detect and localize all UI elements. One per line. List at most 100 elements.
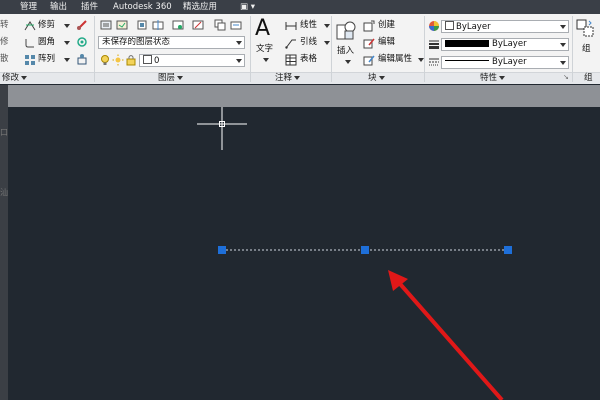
- layer-freeze-icon[interactable]: [152, 19, 164, 31]
- panel-separator: [424, 16, 425, 82]
- linetype-sample: [445, 60, 489, 61]
- annotation-panel-expand-icon[interactable]: [294, 75, 301, 80]
- modify-left-glyph-1: 转: [0, 20, 9, 30]
- menu-output[interactable]: 输出: [50, 1, 67, 13]
- group-button[interactable]: 组: [582, 44, 591, 55]
- panel-separator: [250, 16, 251, 82]
- edit-attributes-button[interactable]: 编辑属性: [378, 54, 412, 65]
- insert-button[interactable]: 插入: [337, 46, 354, 57]
- fillet-icon[interactable]: [24, 37, 36, 49]
- layer-walk-icon[interactable]: [172, 19, 184, 31]
- layers-panel-expand-icon[interactable]: [177, 75, 184, 80]
- edit-attributes-icon[interactable]: [363, 54, 375, 66]
- modify-panel-title[interactable]: 修改: [2, 72, 28, 84]
- color-combo[interactable]: ByLayer: [441, 20, 569, 33]
- annotation-panel-title[interactable]: 注释: [275, 72, 301, 84]
- modify-left-glyph-2: 修: [0, 37, 9, 47]
- insert-block-icon[interactable]: [335, 19, 359, 43]
- brush-icon[interactable]: [76, 19, 88, 31]
- properties-panel-title[interactable]: 特性: [480, 72, 506, 84]
- sun-icon[interactable]: [112, 54, 124, 66]
- blend-icon[interactable]: [76, 36, 88, 48]
- panel-launcher-icon[interactable]: ↘: [563, 72, 569, 83]
- array-dropdown-icon[interactable]: [64, 58, 70, 62]
- menu-autodesk-360[interactable]: Autodesk 360: [113, 1, 172, 13]
- modify-panel-expand-icon[interactable]: [21, 75, 28, 80]
- midpoint-grip[interactable]: [361, 246, 369, 254]
- create-block-button[interactable]: 创建: [378, 20, 395, 31]
- layers-panel-title[interactable]: 图层: [158, 72, 184, 84]
- text-dropdown-icon[interactable]: [263, 58, 269, 62]
- fillet-button[interactable]: 圆角: [38, 37, 55, 48]
- current-layer-combo[interactable]: 0: [139, 54, 245, 67]
- padlock-icon[interactable]: [125, 54, 137, 66]
- layer-match-icon[interactable]: [192, 19, 204, 31]
- panel-separator: [331, 16, 332, 82]
- edit-block-icon[interactable]: [363, 37, 375, 49]
- color-swatch: [445, 21, 454, 30]
- block-panel-expand-icon[interactable]: [378, 75, 385, 80]
- layer-merge-icon[interactable]: [230, 19, 242, 31]
- layer-isolate-icon[interactable]: [136, 19, 148, 31]
- stamp-icon[interactable]: [76, 53, 88, 65]
- group-icon[interactable]: [576, 19, 596, 41]
- ribbon: 转 修 散 修剪 圆角 阵列 修改 未保存的图层状态 0 图层 A 文字 线性 …: [0, 14, 600, 84]
- leader-icon[interactable]: [285, 37, 297, 49]
- trim-icon[interactable]: [24, 20, 36, 32]
- leader-button[interactable]: 引线: [300, 37, 317, 48]
- linetype-dropdown-icon[interactable]: [560, 61, 566, 65]
- lineweight-sample: [445, 40, 489, 47]
- document-tab-bar: [8, 85, 600, 107]
- fillet-dropdown-icon[interactable]: [64, 41, 70, 45]
- layer-state-combo[interactable]: 未保存的图层状态: [98, 36, 245, 49]
- menu-manage[interactable]: 管理: [20, 1, 37, 13]
- linear-dimension-icon[interactable]: [285, 20, 297, 32]
- block-panel-title[interactable]: 块: [368, 72, 385, 84]
- end-grip[interactable]: [504, 246, 512, 254]
- create-block-icon[interactable]: [363, 20, 375, 32]
- array-button[interactable]: 阵列: [38, 54, 55, 65]
- lineweight-combo[interactable]: ByLayer: [441, 38, 569, 51]
- leader-dropdown-icon[interactable]: [324, 41, 330, 45]
- table-button[interactable]: 表格: [300, 54, 317, 65]
- table-icon[interactable]: [285, 54, 297, 66]
- text-large-icon[interactable]: A: [255, 16, 270, 42]
- panel-separator: [94, 16, 95, 82]
- layer-color-swatch: [143, 55, 152, 64]
- drawing-canvas[interactable]: [8, 107, 600, 400]
- linetype-icon[interactable]: [428, 56, 440, 68]
- menu-bar: 管理 输出 插件 Autodesk 360 精选应用 ▣ ▾: [0, 0, 600, 14]
- lineweight-dropdown-icon[interactable]: [560, 43, 566, 47]
- layer-properties-icon[interactable]: [100, 19, 112, 31]
- left-edge-glyph-1: 口: [0, 128, 8, 137]
- left-edge-panel: 口 汕: [0, 85, 8, 400]
- menu-featured-apps[interactable]: 精选应用: [183, 1, 217, 13]
- layer-copy-icon[interactable]: [214, 19, 226, 31]
- canvas-svg: [197, 107, 512, 400]
- array-icon[interactable]: [24, 54, 36, 66]
- linetype-combo[interactable]: ByLayer: [441, 56, 569, 69]
- insert-dropdown-icon[interactable]: [345, 60, 351, 64]
- lineweight-icon[interactable]: [428, 38, 440, 50]
- lightbulb-icon[interactable]: [99, 54, 111, 66]
- red-arrow-shaft: [392, 275, 504, 400]
- left-edge-glyph-2: 汕: [0, 188, 8, 197]
- layer-state-icon[interactable]: [116, 19, 128, 31]
- menu-extra-dropdown[interactable]: ▣ ▾: [240, 1, 255, 13]
- trim-button[interactable]: 修剪: [38, 20, 55, 31]
- edit-block-button[interactable]: 编辑: [378, 37, 395, 48]
- color-dropdown-icon[interactable]: [560, 25, 566, 29]
- start-grip[interactable]: [218, 246, 226, 254]
- panel-separator: [572, 16, 573, 82]
- current-layer-dropdown-icon[interactable]: [236, 59, 242, 63]
- properties-panel-expand-icon[interactable]: [499, 75, 506, 80]
- text-button[interactable]: 文字: [256, 44, 273, 55]
- layer-state-dropdown-icon[interactable]: [236, 41, 242, 45]
- group-panel-title[interactable]: 组: [584, 72, 593, 84]
- linear-dimension-button[interactable]: 线性: [300, 20, 317, 31]
- linear-dropdown-icon[interactable]: [324, 24, 330, 28]
- color-wheel-icon[interactable]: [428, 20, 440, 32]
- trim-dropdown-icon[interactable]: [64, 24, 70, 28]
- menu-plugins[interactable]: 插件: [81, 1, 98, 13]
- modify-left-glyph-3: 散: [0, 54, 9, 64]
